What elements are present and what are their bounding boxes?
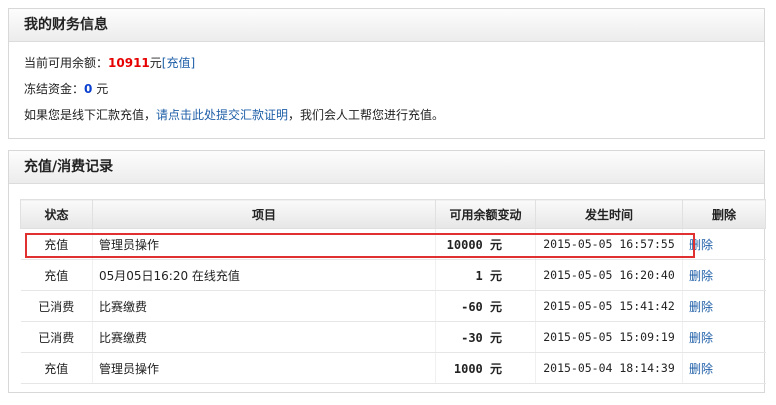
offline-prefix: 如果您是线下汇款充值，: [24, 108, 157, 122]
header-item: 项目: [92, 199, 436, 229]
row-status: 充值: [20, 352, 93, 384]
table-row: 已消费 比赛缴费 -30 元 2015-05-05 15:09:19 删除: [20, 321, 766, 353]
row-time: 2015-05-05 15:41:42: [535, 290, 683, 322]
frozen-label: 冻结资金：: [24, 82, 85, 96]
row-status: 充值: [20, 228, 93, 260]
table-row: 已消费 比赛缴费 -60 元 2015-05-05 15:41:42 删除: [20, 290, 766, 322]
table-row: 充值 管理员操作 1000 元 2015-05-04 18:14:39 删除: [20, 352, 766, 384]
row-status: 已消费: [20, 290, 93, 322]
submit-remittance-proof-link[interactable]: 请点击此处提交汇款证明: [156, 108, 288, 122]
row-item: 比赛缴费: [92, 321, 436, 353]
table-row: 充值 05月05日16:20 在线充值 1 元 2015-05-05 16:20…: [20, 259, 766, 291]
header-status: 状态: [20, 199, 93, 229]
balance-unit: 元: [149, 56, 162, 70]
row-time: 2015-05-04 18:14:39: [535, 352, 683, 384]
delete-link[interactable]: 删除: [689, 269, 713, 283]
recharge-link[interactable]: [充值]: [162, 56, 195, 70]
row-item: 管理员操作: [92, 352, 436, 384]
row-amount: -30 元: [435, 321, 536, 353]
row-time: 2015-05-05 16:57:55: [535, 228, 683, 260]
table-row: 充值 管理员操作 10000 元 2015-05-05 16:57:55 删除: [20, 228, 766, 260]
frozen-unit: 元: [96, 82, 109, 96]
frozen-line: 冻结资金：0 元: [24, 76, 764, 102]
finance-info-panel: 我的财务信息 当前可用余额：10911元[充值] 冻结资金：0 元 如果您是线下…: [8, 8, 765, 139]
row-status: 已消费: [20, 321, 93, 353]
balance-value: 10911: [108, 56, 150, 70]
header-time: 发生时间: [535, 199, 683, 229]
row-item: 管理员操作: [92, 228, 436, 260]
header-delete: 删除: [682, 199, 766, 229]
row-amount: 10000 元: [435, 228, 536, 260]
row-amount: 1 元: [435, 259, 536, 291]
row-item: 05月05日16:20 在线充值: [92, 259, 436, 291]
records-panel: 充值/消费记录 状态 项目 可用余额变动 发生时间 删除 充值 管理员操作 10…: [8, 150, 766, 393]
delete-link[interactable]: 删除: [689, 331, 713, 345]
finance-info-title: 我的财务信息: [9, 9, 764, 42]
row-amount: 1000 元: [435, 352, 536, 384]
delete-link[interactable]: 删除: [689, 238, 713, 252]
frozen-value: 0: [84, 82, 93, 96]
row-time: 2015-05-05 15:09:19: [535, 321, 683, 353]
records-table: 状态 项目 可用余额变动 发生时间 删除 充值 管理员操作 10000 元 20…: [20, 199, 766, 384]
delete-link[interactable]: 删除: [689, 362, 713, 376]
balance-label: 当前可用余额：: [24, 56, 109, 70]
offline-remit-line: 如果您是线下汇款充值，请点击此处提交汇款证明，我们会人工帮您进行充值。: [24, 102, 764, 128]
row-amount: -60 元: [435, 290, 536, 322]
delete-link[interactable]: 删除: [689, 300, 713, 314]
balance-line: 当前可用余额：10911元[充值]: [24, 50, 764, 76]
row-status: 充值: [20, 259, 93, 291]
row-time: 2015-05-05 16:20:40: [535, 259, 683, 291]
offline-suffix: ，我们会人工帮您进行充值。: [288, 108, 445, 122]
table-header-row: 状态 项目 可用余额变动 发生时间 删除: [20, 199, 766, 229]
records-title: 充值/消费记录: [9, 151, 764, 184]
header-balance-change: 可用余额变动: [435, 199, 536, 229]
row-item: 比赛缴费: [92, 290, 436, 322]
